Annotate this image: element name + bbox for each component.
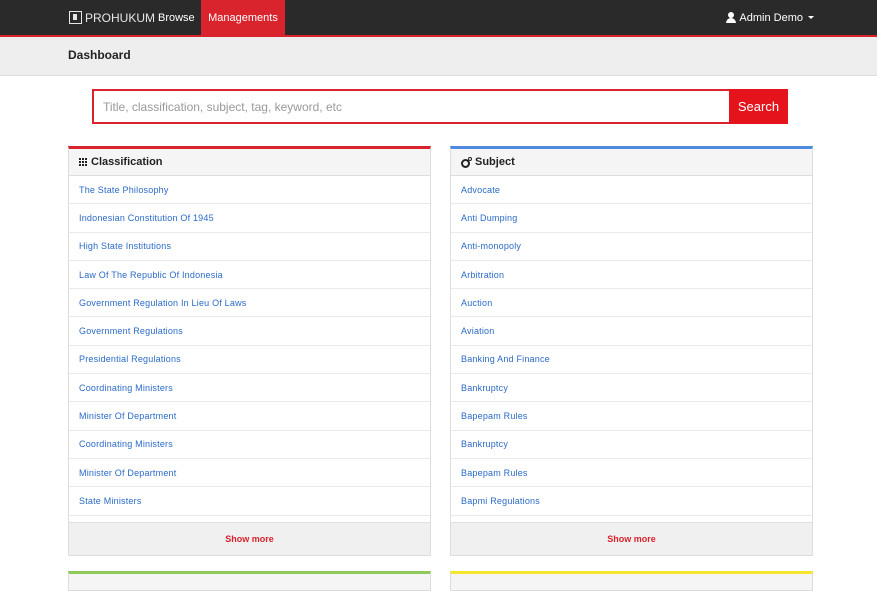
subject-item[interactable]: Auction	[451, 289, 812, 318]
classification-item[interactable]: Coordinating Ministers	[69, 431, 430, 459]
cogs-icon	[461, 157, 472, 168]
subject-title: Subject	[475, 156, 515, 168]
nav-browse[interactable]: Browse	[158, 0, 195, 35]
subject-item[interactable]: Bapmi Regulations	[451, 487, 812, 516]
subject-heading: Subject	[451, 149, 812, 176]
caret-down-icon	[808, 16, 814, 19]
classification-item[interactable]: Government Regulations	[69, 317, 430, 346]
classification-title: Classification	[91, 156, 163, 168]
subject-item[interactable]: Bankruptcy	[451, 431, 812, 459]
classification-item[interactable]: Indonesian Constitution Of 1945	[69, 204, 430, 233]
prohukum-logo-icon	[69, 11, 82, 24]
top-navbar: PROHUKUM Browse Managements Admin Demo	[0, 0, 877, 37]
brand-logo[interactable]: PROHUKUM	[69, 0, 155, 35]
user-menu[interactable]: Admin Demo	[726, 0, 814, 35]
classification-panel: Classification The State Philosophy Indo…	[68, 146, 431, 556]
classification-list: The State Philosophy Indonesian Constitu…	[69, 176, 430, 516]
nav-managements[interactable]: Managements	[201, 0, 285, 35]
subject-item[interactable]: Aviation	[451, 317, 812, 346]
lower-left-panel	[68, 571, 431, 591]
classification-item[interactable]: Coordinating Ministers	[69, 374, 430, 403]
classification-show-more[interactable]: Show more	[69, 522, 430, 555]
classification-item[interactable]: High State Institutions	[69, 233, 430, 261]
search-bar: Search	[92, 89, 788, 124]
lower-right-panel	[450, 571, 813, 591]
classification-item[interactable]: Government Regulation In Lieu Of Laws	[69, 289, 430, 318]
subject-item[interactable]: Anti Dumping	[451, 204, 812, 233]
search-input[interactable]	[92, 89, 729, 124]
subject-item[interactable]: Advocate	[451, 176, 812, 205]
subject-item[interactable]: Bankruptcy	[451, 374, 812, 403]
subject-panel: Subject Advocate Anti Dumping Anti-monop…	[450, 146, 813, 556]
classification-item[interactable]: State Ministers	[69, 487, 430, 516]
subject-show-more[interactable]: Show more	[451, 522, 812, 555]
classification-item[interactable]: Presidential Regulations	[69, 346, 430, 375]
subject-list: Advocate Anti Dumping Anti-monopoly Arbi…	[451, 176, 812, 516]
user-icon	[726, 12, 737, 23]
classification-heading: Classification	[69, 149, 430, 176]
subject-item[interactable]: Bapepam Rules	[451, 402, 812, 431]
page-title: Dashboard	[68, 48, 131, 62]
subject-item[interactable]: Bapepam Rules	[451, 459, 812, 488]
classification-item[interactable]: The State Philosophy	[69, 176, 430, 205]
classification-item[interactable]: Law Of The Republic Of Indonesia	[69, 261, 430, 290]
brand-name: PROHUKUM	[85, 10, 156, 25]
page-header: Dashboard	[0, 37, 877, 76]
user-name: Admin Demo	[739, 11, 803, 24]
classification-item[interactable]: Minister Of Department	[69, 459, 430, 488]
classification-item[interactable]: Minister Of Department	[69, 402, 430, 431]
subject-item[interactable]: Banking And Finance	[451, 346, 812, 375]
subject-item[interactable]: Arbitration	[451, 261, 812, 290]
search-button[interactable]: Search	[729, 89, 788, 124]
subject-item[interactable]: Anti-monopoly	[451, 233, 812, 261]
grid-icon	[79, 157, 88, 167]
